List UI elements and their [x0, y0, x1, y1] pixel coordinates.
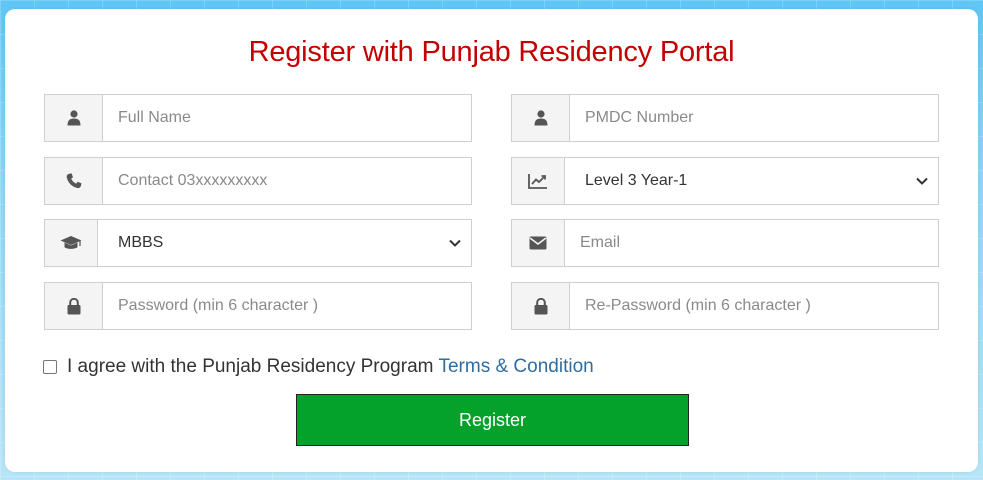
email-field: [511, 219, 939, 267]
register-button[interactable]: Register: [296, 394, 689, 446]
graduation-cap-icon: [45, 220, 98, 266]
degree-select[interactable]: MBBS: [98, 220, 471, 266]
line-chart-icon: [512, 158, 565, 204]
registration-card: Register with Punjab Residency Portal Le…: [5, 9, 978, 472]
terms-checkbox[interactable]: [43, 360, 57, 374]
degree-select-field: MBBS: [44, 219, 472, 267]
password-input[interactable]: [103, 283, 471, 329]
full-name-field: [44, 94, 472, 142]
phone-icon: [45, 158, 103, 204]
full-name-input[interactable]: [103, 95, 471, 141]
envelope-icon: [512, 220, 565, 266]
repassword-input[interactable]: [570, 283, 938, 329]
pmdc-number-field: [511, 94, 939, 142]
password-field: [44, 282, 472, 330]
terms-link[interactable]: Terms & Condition: [438, 356, 593, 378]
user-icon: [512, 95, 570, 141]
chevron-down-icon: [449, 239, 461, 247]
contact-field: [44, 157, 472, 205]
lock-icon: [512, 283, 570, 329]
pmdc-number-input[interactable]: [570, 95, 938, 141]
chevron-down-icon: [916, 177, 928, 185]
terms-agreement: I agree with the Punjab Residency Progra…: [43, 356, 594, 378]
level-selected-value: Level 3 Year-1: [585, 172, 688, 189]
lock-icon: [45, 283, 103, 329]
agree-text: I agree with the Punjab Residency Progra…: [67, 356, 434, 377]
page-title: Register with Punjab Residency Portal: [248, 36, 735, 68]
level-select-field: Level 3 Year-1: [511, 157, 939, 205]
repassword-field: [511, 282, 939, 330]
email-input[interactable]: [565, 220, 938, 266]
level-select[interactable]: Level 3 Year-1: [565, 158, 938, 204]
user-icon: [45, 95, 103, 141]
contact-input[interactable]: [103, 158, 471, 204]
degree-selected-value: MBBS: [118, 234, 164, 251]
